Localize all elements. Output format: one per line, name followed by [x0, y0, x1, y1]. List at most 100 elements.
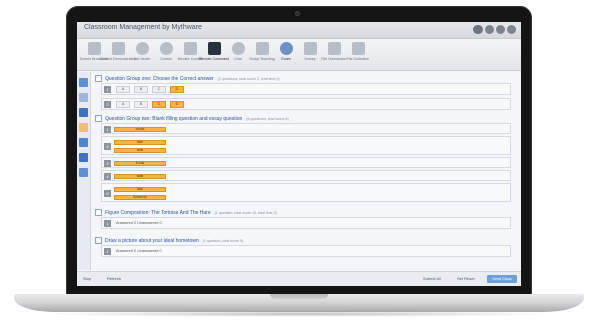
question-row[interactable]: 1 Answered 0 Unanswered 0 [101, 217, 511, 229]
group-title: Question Group one: Choose the Correct a… [105, 75, 214, 82]
question-number: 1 [104, 248, 111, 255]
send-class-button[interactable]: Send Class [487, 275, 517, 283]
toolbar-label: File Submission [321, 57, 347, 61]
user-icon[interactable] [79, 153, 88, 162]
group-checkbox[interactable] [95, 237, 102, 244]
toolbar-item-file-collection[interactable]: File Collection [347, 39, 369, 61]
toolbar-item-remote-command[interactable]: Remote Command [199, 39, 229, 61]
answer-blank[interactable]: take [114, 140, 166, 145]
option-b[interactable]: B [134, 86, 148, 93]
laptop-shadow [40, 311, 558, 317]
group-title: Figure Composition: The Tortoise And The… [105, 209, 211, 216]
question-number: 4 [104, 173, 111, 180]
chart-icon[interactable] [79, 168, 88, 177]
group-subtitle: (6 questions, total score 6) [246, 116, 289, 121]
list-icon[interactable] [79, 93, 88, 102]
toolbar-item-exam[interactable]: Exam [275, 39, 297, 61]
group-subtitle: (1 question, total score 5) [202, 238, 244, 243]
toolbar-item-file-submission[interactable]: File Submission [321, 39, 347, 61]
group-checkbox[interactable] [95, 209, 102, 216]
question-row[interactable]: 1 A B C D [101, 83, 511, 95]
question-row[interactable]: 2 A B C D [101, 98, 511, 110]
stop-link[interactable]: Stop [83, 276, 91, 281]
toolbar-label: File Collection [346, 57, 370, 61]
toolbar-item-chat[interactable]: Chat [227, 39, 249, 61]
question-number: 3 [104, 160, 111, 167]
answer-blank[interactable]: it was [114, 161, 166, 166]
group-checkbox[interactable] [95, 115, 102, 122]
submit-all-link[interactable]: Submit All [423, 276, 441, 281]
refresh-link[interactable]: Refresh [107, 276, 121, 281]
folder-icon[interactable] [79, 123, 88, 132]
question-row[interactable]: 4 walk [101, 170, 511, 181]
group-header[interactable]: Figure Composition: The Tortoise And The… [95, 209, 277, 216]
left-sidebar [77, 72, 91, 270]
question-number: 1 [104, 220, 111, 227]
group-subtitle: (2 questions, total score 2, total time … [217, 76, 280, 81]
minimize-button[interactable] [485, 25, 494, 34]
maximize-button[interactable] [496, 25, 505, 34]
toolbar-item-net-movie[interactable]: Net Movie [131, 39, 153, 61]
answer-blank[interactable]: tomorrow [114, 195, 166, 200]
answer-blank[interactable]: walk [114, 174, 166, 179]
group-title: Question Group two: Blank filling questi… [105, 115, 243, 122]
toolbar-item-group-teaching[interactable]: Group Teaching [249, 39, 275, 61]
question-row[interactable]: 2 take walk [101, 136, 511, 155]
option-a[interactable]: A [116, 101, 130, 108]
toolbar-label: Remote Command [198, 57, 230, 61]
question-row[interactable]: 1 Answered 0 Unanswered 0 [101, 245, 511, 257]
toolbar-label: Control [160, 57, 172, 61]
answer-summary: Answered 0 Unanswered 0 [116, 221, 162, 225]
question-row[interactable]: 5 take tomorrow [101, 183, 511, 202]
control-icon [159, 42, 173, 55]
question-number: 5 [104, 190, 111, 197]
option-d[interactable]: D [170, 86, 184, 93]
answer-summary: Answered 0 Unanswered 0 [116, 249, 162, 253]
toolbar-label: Exam [281, 57, 291, 61]
toolbar: Screen Broadcast Student Demonstration N… [77, 39, 521, 71]
collect-icon [351, 42, 365, 55]
group-header[interactable]: Draw a picture about your ideal hometown… [95, 237, 243, 244]
camera [295, 11, 300, 16]
window-title: Classroom Management by Mythware [84, 24, 202, 31]
chat-icon [231, 42, 245, 55]
answer-blank[interactable]: walk [114, 148, 166, 153]
question-row[interactable]: 1 words [101, 123, 511, 134]
close-button[interactable] [507, 25, 516, 34]
toolbar-item-student-demonstration[interactable]: Student Demonstration [100, 39, 136, 61]
question-number: 1 [104, 126, 111, 133]
exam-content: Question Group one: Choose the Correct a… [93, 72, 519, 270]
option-d[interactable]: D [170, 101, 184, 108]
title-bar: Classroom Management by Mythware [77, 22, 521, 39]
toolbar-item-monitor-control[interactable]: Monitor Control [178, 39, 202, 61]
terminal-icon [207, 42, 221, 55]
grid-icon[interactable] [79, 78, 88, 87]
monitor-icon [183, 42, 197, 55]
answer-blank[interactable]: words [114, 127, 166, 132]
file-icon [327, 42, 341, 55]
exam-icon [279, 42, 293, 55]
option-c[interactable]: C [152, 86, 166, 93]
set-reset-link[interactable]: Set Reset [457, 276, 475, 281]
edit-icon[interactable] [79, 138, 88, 147]
question-row[interactable]: 3 it was [101, 157, 511, 168]
group-checkbox[interactable] [95, 75, 102, 82]
screen-icon [87, 42, 101, 55]
option-a[interactable]: A [116, 86, 130, 93]
group-header[interactable]: Question Group two: Blank filling questi… [95, 115, 289, 122]
students-icon [111, 42, 125, 55]
group-title: Draw a picture about your ideal hometown [105, 237, 199, 244]
status-bar: Stop Refresh Submit All Set Reset Send C… [77, 271, 521, 286]
group-header[interactable]: Question Group one: Choose the Correct a… [95, 75, 280, 82]
laptop-notch [270, 294, 328, 299]
question-number: 2 [104, 143, 111, 150]
toolbar-item-control[interactable]: Control [155, 39, 177, 61]
question-number: 1 [104, 86, 111, 93]
group-subtitle: (1 question, total score 10, total time … [214, 210, 277, 215]
user-pill[interactable] [473, 25, 483, 34]
answer-blank[interactable]: take [114, 187, 166, 192]
students-icon[interactable] [79, 108, 88, 117]
toolbar-item-survey[interactable]: Survey [299, 39, 321, 61]
option-c[interactable]: C [152, 101, 166, 108]
option-b[interactable]: B [134, 101, 148, 108]
